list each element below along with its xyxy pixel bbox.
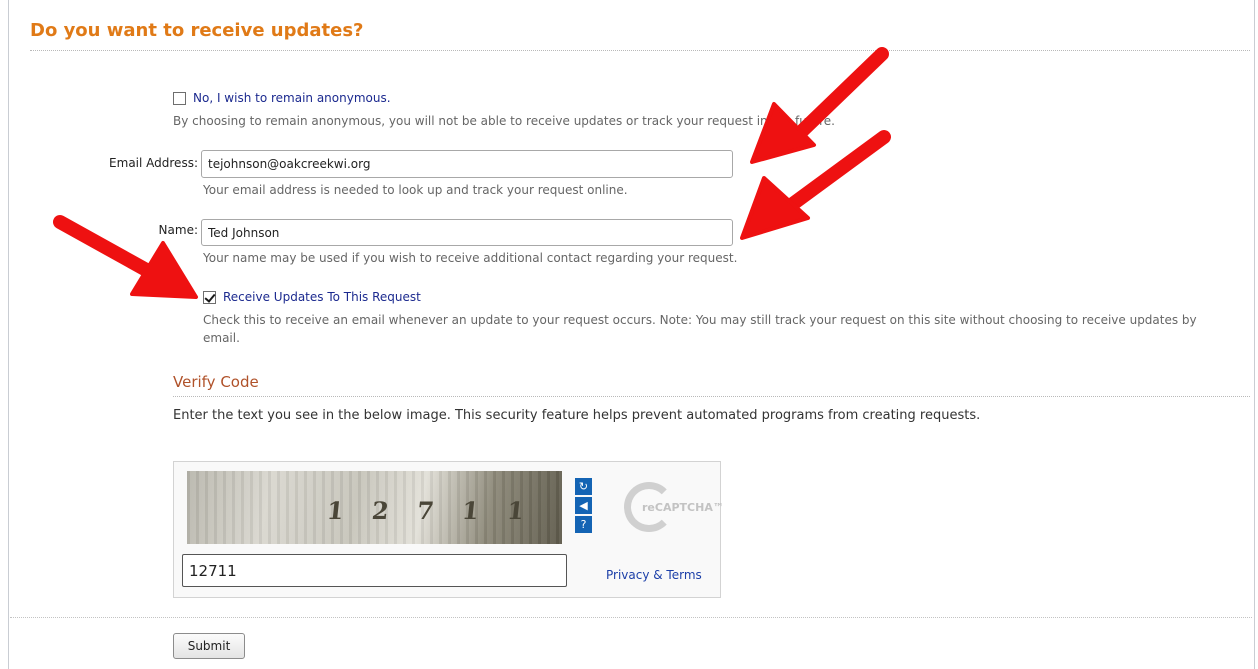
anonymous-label[interactable]: No, I wish to remain anonymous. <box>193 91 391 105</box>
arrow-icon <box>740 130 891 240</box>
right-border <box>1254 0 1255 669</box>
privacy-terms-link[interactable]: Privacy & Terms <box>606 568 702 582</box>
anonymous-help: By choosing to remain anonymous, you wil… <box>173 114 835 128</box>
section-title: Do you want to receive updates? <box>30 20 364 41</box>
refresh-icon[interactable]: ↻ <box>575 478 592 495</box>
email-label: Email Address: <box>109 156 198 170</box>
name-field[interactable] <box>201 219 733 246</box>
captcha-image: 1 2 7 1 1 <box>187 471 562 544</box>
verify-divider <box>173 396 1250 397</box>
name-label: Name: <box>158 223 198 237</box>
updates-help: Check this to receive an email whenever … <box>203 313 1197 345</box>
captcha-widget: 1 2 7 1 1 ↻ ◀ ? reCAPTCHA™ Privacy & Ter… <box>173 461 724 598</box>
verify-intro: Enter the text you see in the below imag… <box>173 408 981 423</box>
name-help: Your name may be used if you wish to rec… <box>203 251 738 265</box>
left-border <box>8 0 9 669</box>
captcha-image-text: 1 2 7 1 1 <box>325 496 536 525</box>
email-field[interactable] <box>201 150 733 178</box>
arrow-icon <box>750 47 889 164</box>
updates-option[interactable]: Receive Updates To This Request <box>203 290 421 304</box>
title-divider <box>30 50 1250 51</box>
anonymous-option[interactable]: No, I wish to remain anonymous. <box>173 91 391 105</box>
updates-checkbox[interactable] <box>203 290 216 304</box>
recaptcha-logo-text: reCAPTCHA™ <box>642 501 724 514</box>
updates-label[interactable]: Receive Updates To This Request <box>223 290 421 304</box>
footer-divider <box>10 617 1252 618</box>
audio-icon[interactable]: ◀ <box>575 497 592 514</box>
verify-title: Verify Code <box>173 373 259 391</box>
email-help: Your email address is needed to look up … <box>203 183 628 197</box>
help-icon[interactable]: ? <box>575 516 592 533</box>
anonymous-checkbox[interactable] <box>173 91 186 105</box>
captcha-input[interactable] <box>182 554 567 587</box>
submit-button[interactable]: Submit <box>173 633 245 659</box>
